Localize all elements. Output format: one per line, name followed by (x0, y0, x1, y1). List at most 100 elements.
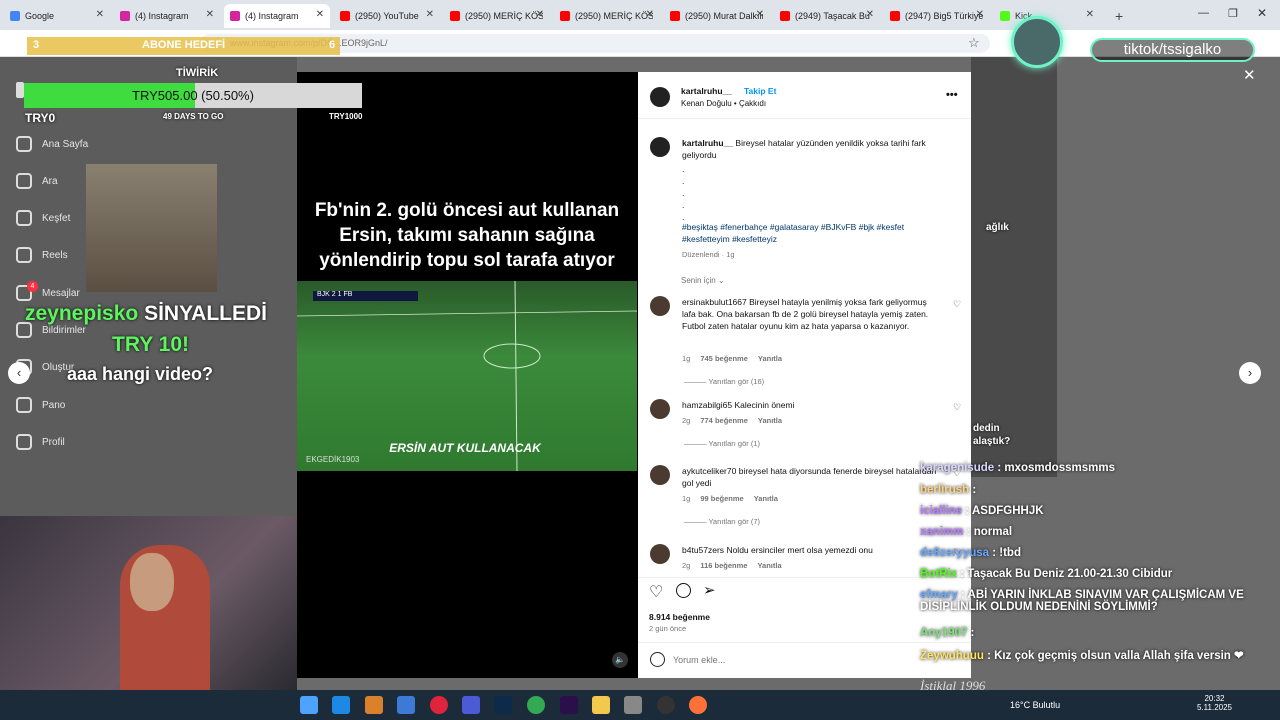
view-replies-button[interactable]: ——— Yanıtları gör (1) (684, 439, 760, 448)
chrome-icon[interactable] (527, 696, 545, 714)
browser-tab[interactable]: (2950) MERİÇ KÖSE |✕ (554, 4, 660, 28)
commenter-username[interactable]: hamzabilgi65 (682, 400, 732, 410)
comment-body: hamzabilgi65 Kalecinin önemi (682, 399, 942, 411)
more-options-icon[interactable]: ••• (946, 89, 958, 101)
nav-item-8[interactable]: Profil (16, 434, 65, 450)
comment-likes[interactable]: 745 beğenme (700, 354, 748, 363)
comment-like-icon[interactable]: ♡ (953, 299, 961, 309)
browser-tab[interactable]: (2950) YouTube ✕ (334, 4, 440, 28)
tiktok-handle: tiktok/tssigalko (1090, 38, 1255, 62)
browser-tab[interactable]: (4) Instagram ✕ (224, 4, 330, 28)
nav-item-7[interactable]: Pano (16, 397, 65, 413)
share-icon[interactable]: ➢ (703, 581, 716, 599)
comment-likes[interactable]: 774 beğenme (700, 416, 748, 425)
comment-body: b4tu57zers Noldu ersinciler mert olsa ye… (682, 544, 942, 556)
commenter-avatar[interactable] (650, 399, 670, 419)
comment-likes[interactable]: 116 beğenme (700, 561, 747, 570)
tab-close-icon[interactable]: ✕ (96, 9, 104, 20)
tab-close-icon[interactable]: ✕ (1086, 9, 1094, 20)
comment-reply[interactable]: Yanıtla (758, 354, 782, 363)
bookmark-star-icon[interactable]: ☆ (968, 35, 980, 51)
view-replies-label: Yanıtları gör (16) (708, 377, 765, 386)
comment-like-icon[interactable]: ♡ (953, 402, 961, 412)
mute-icon[interactable]: 🔈 (612, 652, 628, 668)
tab-close-icon[interactable]: ✕ (536, 9, 544, 20)
commenter-avatar[interactable] (650, 296, 670, 316)
taskbar-app-icon-3[interactable] (397, 696, 415, 714)
view-replies-button[interactable]: ——— Yanıtları gör (16) (684, 377, 764, 386)
caption-hashtags[interactable]: #beşiktaş #fenerbahçe #galatasaray #BJKv… (682, 221, 932, 245)
like-icon[interactable]: ♡ (649, 582, 663, 602)
file-explorer-icon[interactable] (592, 696, 610, 714)
new-tab-button[interactable]: + (1115, 8, 1123, 24)
background-photo (86, 164, 217, 292)
browser-tab[interactable]: (2947) Big5 Türkiye | ✕ (884, 4, 990, 28)
tab-close-icon[interactable]: ✕ (316, 9, 324, 20)
comment-likes[interactable]: 99 beğenme (700, 494, 743, 503)
next-post-button[interactable]: › (1239, 362, 1261, 384)
tab-close-icon[interactable]: ✕ (756, 9, 764, 20)
tab-close-icon[interactable]: ✕ (866, 9, 874, 20)
chat-message: karagenisude : mxosmdossmsmms (920, 462, 1115, 474)
taskbar-app-icon-1[interactable] (332, 696, 350, 714)
nav-item-4[interactable]: Mesajlar (16, 285, 80, 301)
tab-favicon-icon (450, 11, 460, 21)
photoshop-icon[interactable] (494, 696, 512, 714)
comment-reply[interactable]: Yanıtla (758, 416, 782, 425)
commenter-username[interactable]: aykutceliker70 (682, 466, 736, 476)
nav-item-0[interactable]: Ana Sayfa (16, 136, 88, 152)
tab-close-icon[interactable]: ✕ (646, 9, 654, 20)
browser-tab[interactable]: (2949) Taşacak Bu De✕ (774, 4, 880, 28)
caption-dot: . (682, 200, 685, 210)
browser-tab[interactable]: (2950) MERİÇ KÖSE |✕ (444, 4, 550, 28)
caption-avatar[interactable] (650, 137, 670, 157)
author-avatar[interactable] (650, 87, 670, 107)
comment-reply[interactable]: Yanıtla (754, 494, 778, 503)
window-maximize-button[interactable]: ❐ (1228, 7, 1238, 20)
browser-tab[interactable]: Google ✕ (4, 4, 110, 28)
weather-widget[interactable]: 16°C Bulutlu (1010, 700, 1060, 710)
browser-tab[interactable]: (4) Instagram ✕ (114, 4, 220, 28)
commenter-avatar[interactable] (650, 544, 670, 564)
taskbar-app-icon-10[interactable] (624, 696, 642, 714)
window-minimize-button[interactable]: — (1198, 7, 1209, 19)
commenter-username[interactable]: b4tu57zers (682, 545, 724, 555)
nav-item-1[interactable]: Ara (16, 173, 58, 189)
comment-input[interactable] (673, 652, 873, 668)
firefox-icon[interactable] (689, 696, 707, 714)
follow-button[interactable]: Takip Et (744, 85, 776, 97)
caption-username[interactable]: kartalruhu__ (682, 138, 733, 148)
likes-count[interactable]: 8.914 beğenme (649, 611, 710, 623)
taskbar-app-icon-2[interactable] (365, 696, 383, 714)
obs-icon[interactable] (657, 696, 675, 714)
comment-icon[interactable] (676, 583, 691, 598)
taskbar-app-icon-5[interactable] (462, 696, 480, 714)
author-username[interactable]: kartalruhu__ (681, 85, 732, 97)
previous-post-button[interactable]: ‹ (8, 362, 30, 384)
chat-username: icialline (920, 505, 963, 517)
tab-close-icon[interactable]: ✕ (206, 9, 214, 20)
browser-tab[interactable]: (2950) Murat Dalkılıç ✕ (664, 4, 770, 28)
nav-item-3[interactable]: Reels (16, 247, 68, 263)
premiere-icon[interactable] (560, 696, 578, 714)
view-replies-button[interactable]: ——— Yanıtları gör (7) (684, 517, 760, 526)
opera-icon[interactable] (430, 696, 448, 714)
window-close-button[interactable]: ✕ (1257, 6, 1267, 20)
chat-text: : ABİ YARIN İNKLAB SINAVIM VAR ÇALIŞMİCA… (920, 589, 1244, 613)
emoji-icon[interactable] (650, 652, 665, 667)
thumbnail-text-3: alaştık? (973, 436, 1011, 447)
comment-sort[interactable]: Senin için ⌄ (681, 276, 725, 285)
tab-favicon-icon (890, 11, 900, 21)
nav-item-2[interactable]: Keşfet (16, 210, 70, 226)
close-post-icon[interactable]: ✕ (1243, 66, 1256, 84)
comment-reply[interactable]: Yanıtla (757, 561, 781, 570)
taskbar-clock[interactable]: 20:32 5.11.2025 (1197, 694, 1232, 712)
commenter-username[interactable]: ersinakbulut1667 (682, 297, 747, 307)
commenter-avatar[interactable] (650, 465, 670, 485)
donation-days-left: 49 DAYS TO GO (163, 112, 224, 121)
tab-close-icon[interactable]: ✕ (976, 9, 984, 20)
tab-close-icon[interactable]: ✕ (426, 9, 434, 20)
start-windows-icon[interactable] (300, 696, 318, 714)
audio-label[interactable]: Kenan Doğulu • Çakkıdı (681, 98, 766, 110)
comment-meta: 1g 99 beğenme Yanıtla (682, 494, 788, 503)
